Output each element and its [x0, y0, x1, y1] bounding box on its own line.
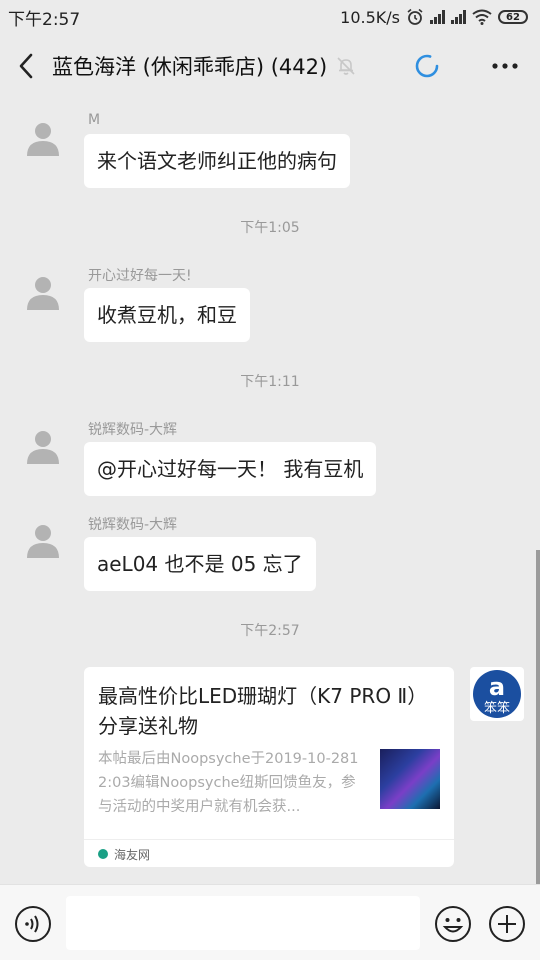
sender-name: 锐辉数码-大辉	[88, 422, 178, 438]
message-bubble[interactable]: 来个语文老师纠正他的病句	[84, 134, 350, 188]
loading-spinner-icon	[415, 54, 439, 78]
card-divider	[84, 839, 454, 840]
status-time: 下午2:57	[8, 9, 81, 30]
avatar-logo-icon: a 笨笨	[473, 670, 521, 718]
wifi-icon	[472, 9, 492, 25]
card-thumbnail	[380, 749, 440, 809]
emoji-button[interactable]	[434, 905, 472, 943]
input-bar	[0, 884, 540, 960]
chat-title: 蓝色海洋 (休闲乖乖店) (442)	[52, 55, 328, 79]
message-input[interactable]	[66, 896, 420, 950]
svg-text:笨笨: 笨笨	[484, 700, 510, 716]
message-bubble[interactable]: 收煮豆机，和豆	[84, 288, 250, 342]
avatar[interactable]	[24, 274, 62, 312]
more-dots-icon	[492, 63, 518, 69]
battery-icon: 62	[498, 10, 528, 24]
scrollbar[interactable]	[536, 550, 540, 885]
avatar[interactable]	[24, 522, 62, 560]
avatar[interactable]	[24, 428, 62, 466]
status-indicators: 10.5K/s 62	[340, 8, 528, 27]
my-avatar[interactable]: a 笨笨	[470, 667, 524, 721]
sender-name: M	[88, 112, 101, 128]
link-card[interactable]: 最高性价比LED珊瑚灯（K7 PRO Ⅱ）分享送礼物 本帖最后由Noopsych…	[84, 667, 454, 867]
card-source: 海友网	[98, 845, 150, 863]
avatar[interactable]	[24, 120, 62, 158]
timestamp: 下午1:11	[240, 374, 300, 390]
signal-icon-2	[451, 10, 466, 24]
signal-icon-1	[430, 10, 445, 24]
mute-bell-icon	[337, 57, 355, 75]
sender-name: 开心过好每一天!	[88, 268, 192, 284]
voice-input-button[interactable]	[14, 905, 52, 943]
chat-header: 蓝色海洋 (休闲乖乖店) (442)	[0, 34, 540, 98]
add-more-button[interactable]	[488, 905, 526, 943]
card-description: 本帖最后由Noopsyche于2019-10-2812:03编辑Noopsych…	[98, 751, 359, 815]
message-bubble[interactable]: aeL04 也不是 05 忘了	[84, 537, 316, 591]
sender-name: 锐辉数码-大辉	[88, 517, 178, 533]
card-title: 最高性价比LED珊瑚灯（K7 PRO Ⅱ）分享送礼物	[98, 684, 428, 738]
back-button[interactable]	[0, 34, 52, 98]
source-name: 海友网	[114, 847, 151, 862]
svg-text:a: a	[489, 673, 505, 701]
timestamp: 下午2:57	[240, 623, 300, 639]
timestamp: 下午1:05	[240, 220, 300, 236]
source-logo-icon	[98, 849, 108, 859]
message-bubble[interactable]: @开心过好每一天！ 我有豆机	[84, 442, 377, 496]
alarm-icon	[407, 8, 423, 25]
chevron-left-icon	[19, 53, 33, 79]
more-options-button[interactable]	[488, 52, 522, 80]
status-bar: 下午2:57 10.5K/s 62	[0, 0, 540, 34]
net-speed: 10.5K/s	[340, 7, 400, 27]
